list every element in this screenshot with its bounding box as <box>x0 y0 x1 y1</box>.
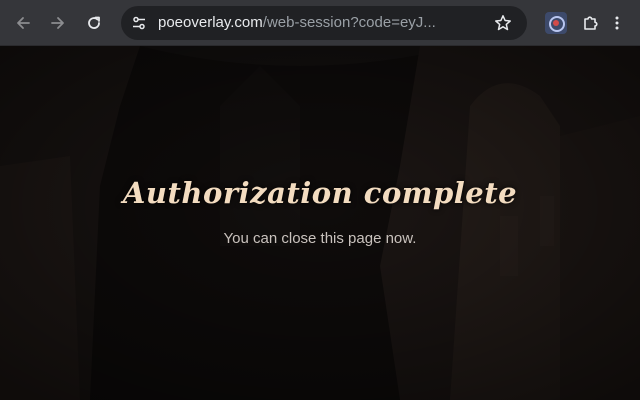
kebab-menu-icon <box>615 16 619 30</box>
page-title: Authorization complete <box>122 176 518 210</box>
browser-toolbar: poeoverlay.com/web-session?code=eyJ... <box>0 0 640 46</box>
page-message: You can close this page now. <box>223 230 417 247</box>
url-path: /web-session?code=eyJ... <box>262 14 436 31</box>
url-domain: poeoverlay.com <box>158 14 263 31</box>
extension-icon-core <box>553 20 559 26</box>
url-text[interactable]: poeoverlay.com/web-session?code=eyJ... <box>158 6 436 40</box>
background-illustration <box>0 46 640 400</box>
star-icon <box>495 15 511 31</box>
browser-menu-button[interactable] <box>603 9 631 37</box>
page-content: Authorization complete You can close thi… <box>0 46 640 400</box>
bookmark-button[interactable] <box>489 9 517 37</box>
forward-arrow-icon <box>51 17 64 29</box>
address-bar[interactable]: poeoverlay.com/web-session?code=eyJ... <box>121 6 527 40</box>
back-arrow-icon <box>17 17 30 29</box>
extensions-button[interactable] <box>577 9 605 37</box>
tune-icon <box>133 16 145 30</box>
reload-button[interactable] <box>80 9 108 37</box>
site-info-button[interactable] <box>125 9 153 37</box>
puzzle-icon <box>584 16 598 30</box>
reload-icon <box>88 16 100 29</box>
forward-button[interactable] <box>44 9 72 37</box>
back-button[interactable] <box>9 9 37 37</box>
extension-app-icon[interactable] <box>545 12 567 34</box>
